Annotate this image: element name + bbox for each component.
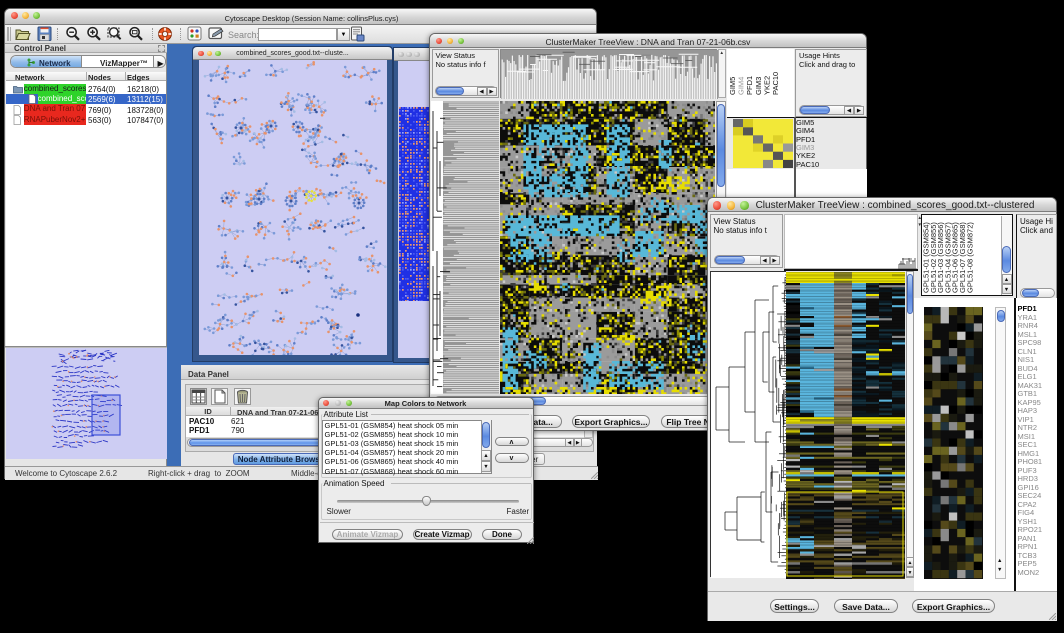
svg-text:GPL51-08 (GSM872): GPL51-08 (GSM872) (965, 222, 974, 293)
svg-text:PAC10: PAC10 (771, 72, 780, 95)
